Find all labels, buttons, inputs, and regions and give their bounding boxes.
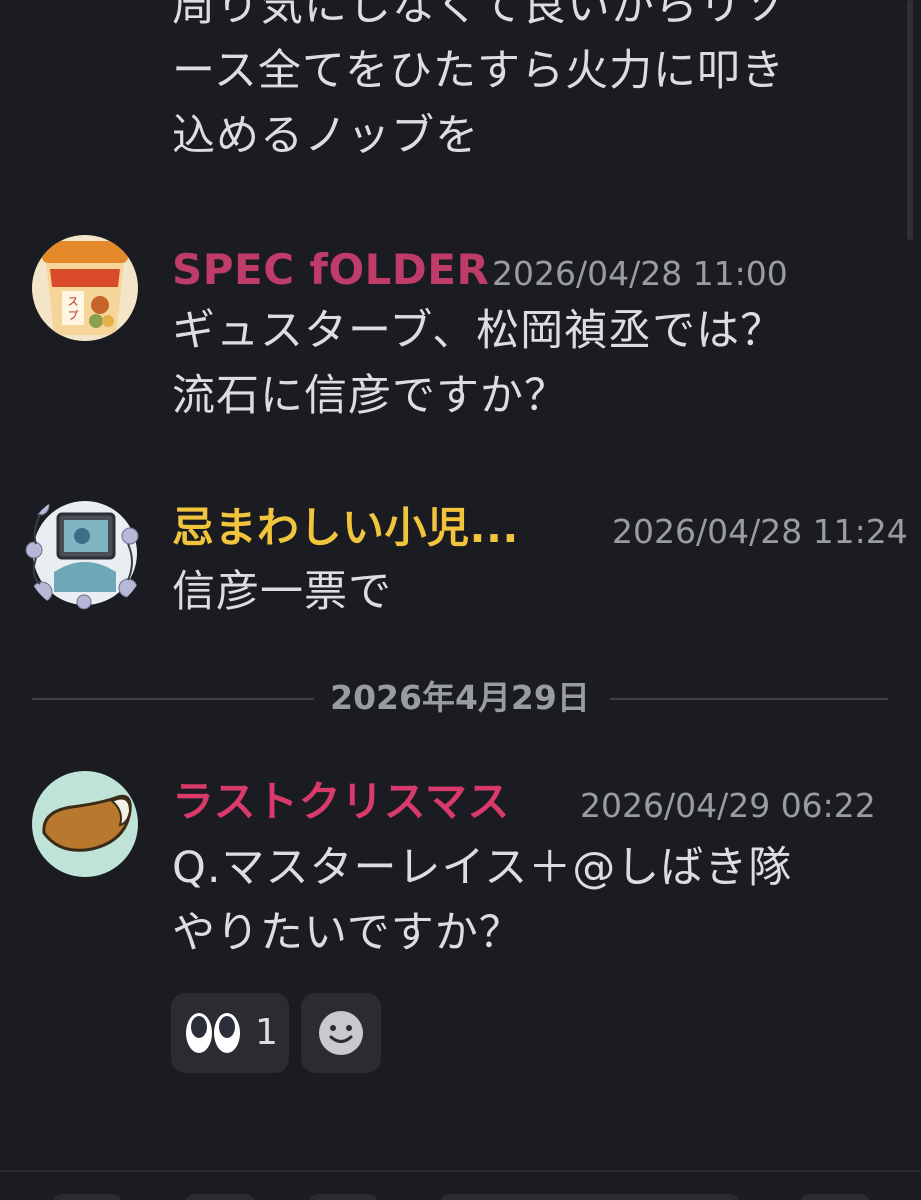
chat-screen: 周り気にしなくて良いからリソ ース全てをひたすら火力に叩き 込めるノッブを ス … [0,0,921,1200]
message-line: Q.マスターレイス＋@しばき隊 [172,843,793,893]
username[interactable]: ラストクリスマス [172,774,510,830]
bottom-nav-bar [0,1170,921,1200]
divider-line-right [610,698,888,700]
message-body: Q.マスターレイス＋@しばき隊 やりたいですか？ [172,836,792,966]
username[interactable]: SPEC fOLDER [172,242,489,298]
message-line: 流石に信彦ですか？ [172,371,568,421]
message-line: やりたいですか？ [172,908,523,958]
scrollbar[interactable] [907,0,913,240]
message-line: ギュスターブ、松岡禎丞では？ [172,306,785,356]
message-body: 信彦一票で [172,560,392,625]
message-line: ース全てをひたすら火力に叩き [172,46,785,96]
add-reaction-icon [319,1011,363,1055]
message-line: 込めるノッブを [172,111,480,161]
reaction-eyes[interactable]: 1 [171,993,289,1073]
timestamp: 2026/04/28 11:00 [492,254,788,293]
message-input[interactable] [440,1194,740,1200]
message-header: SPEC fOLDER 2026/04/28 11:00 [172,242,832,298]
date-divider-label: 2026年4月29日 [330,678,590,717]
fox-tail-avatar-icon[interactable] [32,771,138,877]
message-header: 忌まわしい小児... 2026/04/28 11:24 [172,500,908,556]
message-line: 周り気にしなくて良いからリソ [172,0,787,31]
soup-cup-avatar-icon[interactable]: ス プ [32,235,138,341]
message-line: 信彦一票で [172,567,392,617]
timestamp: 2026/04/29 06:22 [580,786,876,825]
eyes-icon [186,1013,240,1053]
nav-item[interactable] [52,1194,122,1200]
continued-message-body: 周り気にしなくて良いからリソ ース全てをひたすら火力に叩き 込めるノッブを [172,0,787,169]
nav-item[interactable] [308,1194,378,1200]
svg-text:プ: プ [68,309,79,322]
svg-text:ス: ス [68,295,79,308]
message-body: ギュスターブ、松岡禎丞では？ 流石に信彦ですか？ [172,299,784,429]
username[interactable]: 忌まわしい小児... [172,500,519,556]
nav-item[interactable] [800,1194,870,1200]
message-header: ラストクリスマス 2026/04/29 06:22 [172,774,876,830]
divider-line-left [32,698,314,700]
add-reaction-button[interactable] [301,993,381,1073]
reaction-count: 1 [255,1012,278,1053]
nav-item[interactable] [185,1194,255,1200]
timestamp: 2026/04/28 11:24 [612,512,908,551]
rose-frame-avatar-icon[interactable] [24,492,146,614]
